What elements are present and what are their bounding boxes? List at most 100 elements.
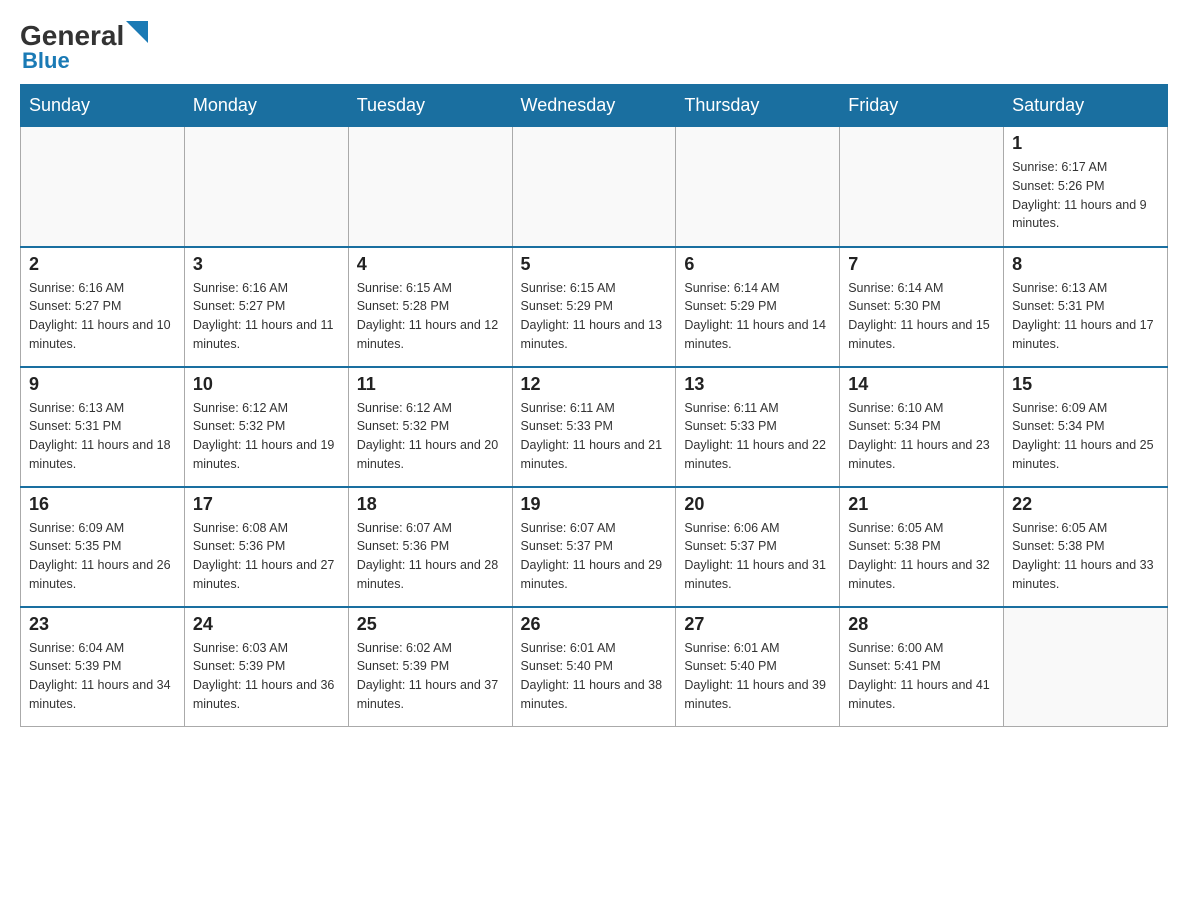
- day-info: Sunrise: 6:12 AM Sunset: 5:32 PM Dayligh…: [357, 399, 504, 474]
- calendar-header-row: SundayMondayTuesdayWednesdayThursdayFrid…: [21, 85, 1168, 127]
- day-info: Sunrise: 6:16 AM Sunset: 5:27 PM Dayligh…: [29, 279, 176, 354]
- calendar-cell: 7 Sunrise: 6:14 AM Sunset: 5:30 PM Daylig…: [840, 247, 1004, 367]
- calendar-cell: 18Sunrise: 6:07 AM Sunset: 5:36 PM Dayli…: [348, 487, 512, 607]
- day-number: 25: [357, 614, 504, 635]
- calendar-cell: [348, 127, 512, 247]
- calendar-cell: [21, 127, 185, 247]
- logo-blue-text: Blue: [22, 48, 70, 74]
- day-info: Sunrise: 6:15 AM Sunset: 5:29 PM Dayligh…: [521, 279, 668, 354]
- day-of-week-header: Wednesday: [512, 85, 676, 127]
- day-info: Sunrise: 6:10 AM Sunset: 5:34 PM Dayligh…: [848, 399, 995, 474]
- calendar-cell: [840, 127, 1004, 247]
- day-of-week-header: Friday: [840, 85, 1004, 127]
- day-number: 15: [1012, 374, 1159, 395]
- calendar-cell: 9 Sunrise: 6:13 AM Sunset: 5:31 PM Daylig…: [21, 367, 185, 487]
- day-number: 28: [848, 614, 995, 635]
- calendar-cell: 20 Sunrise: 6:06 AM Sunset: 5:37 PM Dayli…: [676, 487, 840, 607]
- calendar-cell: 22 Sunrise: 6:05 AM Sunset: 5:38 PM Dayli…: [1004, 487, 1168, 607]
- day-info: Sunrise: 6:05 AM Sunset: 5:38 PM Dayligh…: [848, 519, 995, 594]
- day-info: Sunrise: 6:16 AM Sunset: 5:27 PM Dayligh…: [193, 279, 340, 354]
- calendar-cell: 3Sunrise: 6:16 AM Sunset: 5:27 PM Daylig…: [184, 247, 348, 367]
- day-number: 23: [29, 614, 176, 635]
- day-info: Sunrise: 6:14 AM Sunset: 5:30 PM Dayligh…: [848, 279, 995, 354]
- calendar-week-row: 1Sunrise: 6:17 AM Sunset: 5:26 PM Daylig…: [21, 127, 1168, 247]
- day-number: 4: [357, 254, 504, 275]
- calendar-cell: 5 Sunrise: 6:15 AM Sunset: 5:29 PM Daylig…: [512, 247, 676, 367]
- calendar-cell: 28 Sunrise: 6:00 AM Sunset: 5:41 PM Dayli…: [840, 607, 1004, 727]
- day-info: Sunrise: 6:11 AM Sunset: 5:33 PM Dayligh…: [684, 399, 831, 474]
- day-info: Sunrise: 6:09 AM Sunset: 5:35 PM Dayligh…: [29, 519, 176, 594]
- day-info: Sunrise: 6:08 AM Sunset: 5:36 PM Dayligh…: [193, 519, 340, 594]
- day-number: 14: [848, 374, 995, 395]
- calendar-cell: 1Sunrise: 6:17 AM Sunset: 5:26 PM Daylig…: [1004, 127, 1168, 247]
- day-number: 10: [193, 374, 340, 395]
- calendar-cell: [512, 127, 676, 247]
- calendar-week-row: 16 Sunrise: 6:09 AM Sunset: 5:35 PM Dayli…: [21, 487, 1168, 607]
- day-number: 21: [848, 494, 995, 515]
- calendar-week-row: 9 Sunrise: 6:13 AM Sunset: 5:31 PM Daylig…: [21, 367, 1168, 487]
- day-info: Sunrise: 6:03 AM Sunset: 5:39 PM Dayligh…: [193, 639, 340, 714]
- logo-arrow-icon: [126, 21, 148, 43]
- day-info: Sunrise: 6:05 AM Sunset: 5:38 PM Dayligh…: [1012, 519, 1159, 594]
- calendar-cell: 4Sunrise: 6:15 AM Sunset: 5:28 PM Daylig…: [348, 247, 512, 367]
- day-of-week-header: Monday: [184, 85, 348, 127]
- day-number: 8: [1012, 254, 1159, 275]
- day-number: 27: [684, 614, 831, 635]
- day-number: 2: [29, 254, 176, 275]
- day-number: 16: [29, 494, 176, 515]
- day-info: Sunrise: 6:11 AM Sunset: 5:33 PM Dayligh…: [521, 399, 668, 474]
- day-info: Sunrise: 6:02 AM Sunset: 5:39 PM Dayligh…: [357, 639, 504, 714]
- day-info: Sunrise: 6:04 AM Sunset: 5:39 PM Dayligh…: [29, 639, 176, 714]
- day-info: Sunrise: 6:07 AM Sunset: 5:37 PM Dayligh…: [521, 519, 668, 594]
- calendar-cell: 8 Sunrise: 6:13 AM Sunset: 5:31 PM Daylig…: [1004, 247, 1168, 367]
- day-of-week-header: Sunday: [21, 85, 185, 127]
- day-info: Sunrise: 6:00 AM Sunset: 5:41 PM Dayligh…: [848, 639, 995, 714]
- calendar-cell: 13 Sunrise: 6:11 AM Sunset: 5:33 PM Dayli…: [676, 367, 840, 487]
- day-number: 24: [193, 614, 340, 635]
- day-info: Sunrise: 6:01 AM Sunset: 5:40 PM Dayligh…: [521, 639, 668, 714]
- day-number: 6: [684, 254, 831, 275]
- day-info: Sunrise: 6:13 AM Sunset: 5:31 PM Dayligh…: [29, 399, 176, 474]
- day-number: 20: [684, 494, 831, 515]
- day-number: 19: [521, 494, 668, 515]
- calendar-week-row: 23 Sunrise: 6:04 AM Sunset: 5:39 PM Dayli…: [21, 607, 1168, 727]
- calendar-cell: 12 Sunrise: 6:11 AM Sunset: 5:33 PM Dayli…: [512, 367, 676, 487]
- calendar-cell: 6 Sunrise: 6:14 AM Sunset: 5:29 PM Daylig…: [676, 247, 840, 367]
- day-info: Sunrise: 6:13 AM Sunset: 5:31 PM Dayligh…: [1012, 279, 1159, 354]
- day-number: 11: [357, 374, 504, 395]
- day-info: Sunrise: 6:14 AM Sunset: 5:29 PM Dayligh…: [684, 279, 831, 354]
- calendar-cell: 19 Sunrise: 6:07 AM Sunset: 5:37 PM Dayli…: [512, 487, 676, 607]
- day-of-week-header: Saturday: [1004, 85, 1168, 127]
- day-number: 13: [684, 374, 831, 395]
- day-of-week-header: Tuesday: [348, 85, 512, 127]
- page-header: General Blue: [20, 20, 1168, 74]
- day-number: 9: [29, 374, 176, 395]
- day-info: Sunrise: 6:01 AM Sunset: 5:40 PM Dayligh…: [684, 639, 831, 714]
- calendar-cell: 17 Sunrise: 6:08 AM Sunset: 5:36 PM Dayli…: [184, 487, 348, 607]
- calendar-cell: 2 Sunrise: 6:16 AM Sunset: 5:27 PM Daylig…: [21, 247, 185, 367]
- calendar-cell: 15 Sunrise: 6:09 AM Sunset: 5:34 PM Dayli…: [1004, 367, 1168, 487]
- calendar-cell: 25 Sunrise: 6:02 AM Sunset: 5:39 PM Dayli…: [348, 607, 512, 727]
- day-number: 22: [1012, 494, 1159, 515]
- calendar-cell: [676, 127, 840, 247]
- day-info: Sunrise: 6:17 AM Sunset: 5:26 PM Dayligh…: [1012, 158, 1159, 233]
- calendar-cell: [184, 127, 348, 247]
- day-info: Sunrise: 6:12 AM Sunset: 5:32 PM Dayligh…: [193, 399, 340, 474]
- day-info: Sunrise: 6:09 AM Sunset: 5:34 PM Dayligh…: [1012, 399, 1159, 474]
- day-number: 7: [848, 254, 995, 275]
- day-number: 5: [521, 254, 668, 275]
- day-number: 26: [521, 614, 668, 635]
- logo: General Blue: [20, 20, 148, 74]
- calendar-cell: [1004, 607, 1168, 727]
- calendar-cell: 23 Sunrise: 6:04 AM Sunset: 5:39 PM Dayli…: [21, 607, 185, 727]
- calendar-cell: 27 Sunrise: 6:01 AM Sunset: 5:40 PM Dayli…: [676, 607, 840, 727]
- day-number: 12: [521, 374, 668, 395]
- calendar-week-row: 2 Sunrise: 6:16 AM Sunset: 5:27 PM Daylig…: [21, 247, 1168, 367]
- calendar-cell: 14 Sunrise: 6:10 AM Sunset: 5:34 PM Dayli…: [840, 367, 1004, 487]
- day-number: 17: [193, 494, 340, 515]
- calendar-cell: 26 Sunrise: 6:01 AM Sunset: 5:40 PM Dayli…: [512, 607, 676, 727]
- day-info: Sunrise: 6:07 AM Sunset: 5:36 PM Dayligh…: [357, 519, 504, 594]
- calendar-cell: 11 Sunrise: 6:12 AM Sunset: 5:32 PM Dayli…: [348, 367, 512, 487]
- day-of-week-header: Thursday: [676, 85, 840, 127]
- day-info: Sunrise: 6:06 AM Sunset: 5:37 PM Dayligh…: [684, 519, 831, 594]
